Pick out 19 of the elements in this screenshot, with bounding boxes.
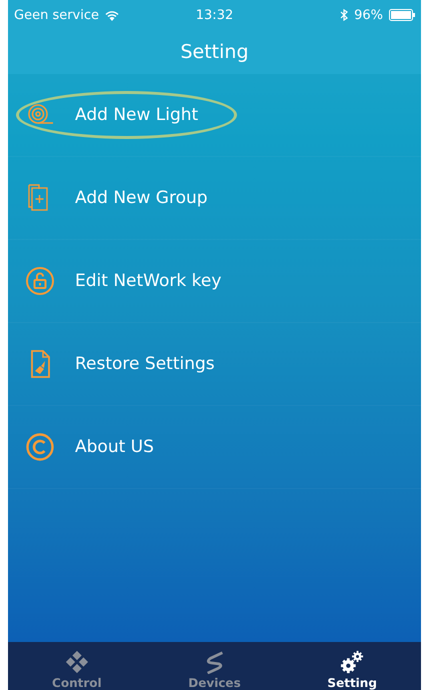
copyright-icon <box>25 432 55 462</box>
tab-button[interactable]: Devices <box>146 642 284 690</box>
gears-icon <box>340 650 364 674</box>
diamond-grid-icon <box>64 650 89 674</box>
tab-button[interactable]: Setting <box>283 642 422 690</box>
bluetooth-icon <box>340 9 348 21</box>
menu-item[interactable]: Add New Light <box>16 91 238 139</box>
battery-percent: 96% <box>354 8 383 22</box>
tab-button[interactable]: Control <box>8 642 146 690</box>
menu-item[interactable]: Add New Group <box>16 174 247 222</box>
battery-icon <box>389 9 415 21</box>
clock-text: 13:32 <box>196 8 234 22</box>
wifi-icon <box>105 10 120 20</box>
menu-item[interactable]: Restore Settings <box>16 340 254 388</box>
menu-item[interactable]: About US <box>16 423 193 471</box>
unlock-icon <box>25 266 55 296</box>
carrier-text: Geen service <box>14 8 100 22</box>
menu-item[interactable]: Edit NetWork key <box>16 257 260 305</box>
screen-title: Setting <box>180 41 249 63</box>
